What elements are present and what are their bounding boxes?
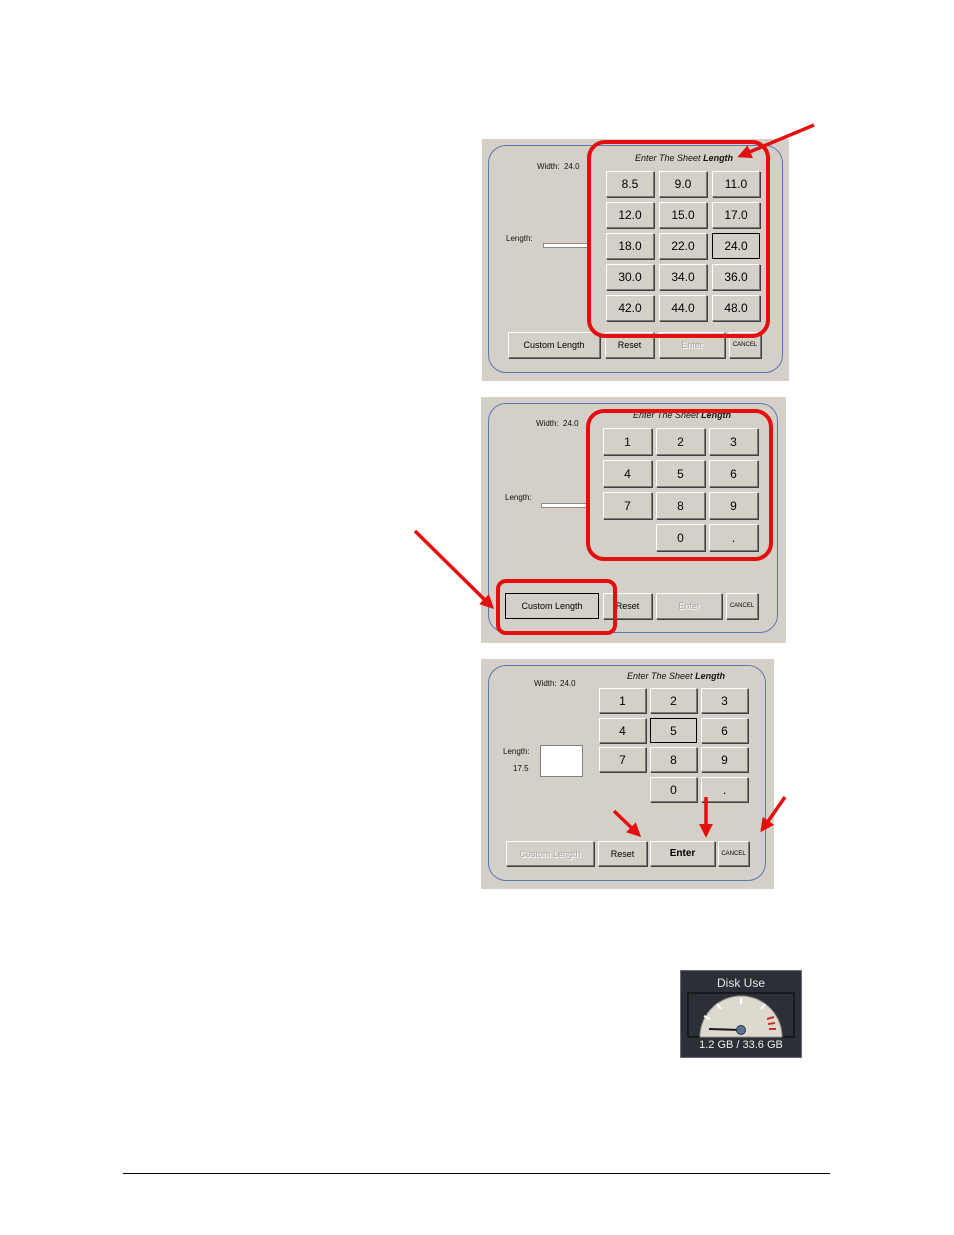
width-value: 24.0 bbox=[564, 162, 580, 171]
length-slider-track bbox=[541, 503, 589, 508]
disk-use-gauge: Disk Use 1.2 GB / 33.6 GB bbox=[680, 970, 802, 1058]
sheet-length-dialog-presets: Width: 24.0 Length: Enter The Sheet Leng… bbox=[482, 139, 789, 381]
custom-length-highlight bbox=[496, 579, 617, 635]
custom-length-button-disabled[interactable]: Custom Length bbox=[506, 841, 594, 866]
preset-keypad-highlight bbox=[587, 140, 770, 338]
keypad-key-8[interactable]: 8 bbox=[650, 747, 697, 772]
keypad-key-6[interactable]: 6 bbox=[701, 718, 748, 743]
dialog-title: Enter The Sheet Length bbox=[627, 671, 726, 681]
reset-button[interactable]: Reset bbox=[598, 841, 647, 866]
callout-arrows bbox=[413, 123, 815, 838]
width-label: Width: bbox=[536, 419, 559, 428]
keypad-key-1[interactable]: 1 bbox=[599, 688, 646, 713]
cancel-button[interactable]: CANCEL bbox=[726, 593, 758, 619]
keypad-highlight bbox=[586, 409, 773, 561]
length-input[interactable] bbox=[540, 745, 583, 777]
keypad-key-4[interactable]: 4 bbox=[599, 718, 646, 743]
length-label: Length: bbox=[503, 747, 530, 756]
keypad-key-0[interactable]: 0 bbox=[650, 777, 697, 802]
width-value: 24.0 bbox=[560, 679, 576, 688]
width-label: Width: bbox=[534, 679, 557, 688]
keypad-key-7[interactable]: 7 bbox=[599, 747, 646, 772]
keypad-key-5-selected[interactable]: 5 bbox=[650, 718, 697, 743]
length-slider-track bbox=[543, 243, 591, 248]
disk-use-value: 1.2 GB / 33.6 GB bbox=[699, 1039, 783, 1051]
length-value: 17.5 bbox=[513, 764, 529, 773]
cancel-button[interactable]: CANCEL bbox=[718, 841, 749, 866]
width-label: Width: bbox=[537, 162, 560, 171]
enter-button-disabled[interactable]: Enter bbox=[656, 593, 722, 619]
custom-length-button[interactable]: Custom Length bbox=[508, 332, 600, 358]
sheet-length-dialog-entry: Width: 24.0 Length: 17.5 Enter The Sheet… bbox=[481, 659, 774, 889]
width-value: 24.0 bbox=[563, 419, 579, 428]
length-label: Length: bbox=[506, 234, 533, 243]
keypad-key-3[interactable]: 3 bbox=[701, 688, 748, 713]
length-label: Length: bbox=[505, 493, 532, 502]
keypad-key-9[interactable]: 9 bbox=[701, 747, 748, 772]
sheet-length-dialog-keypad: Width: 24.0 Length: Enter The Sheet Leng… bbox=[481, 397, 786, 643]
footer-rule bbox=[123, 1173, 830, 1174]
enter-button[interactable]: Enter bbox=[650, 841, 715, 866]
keypad-key-2[interactable]: 2 bbox=[650, 688, 697, 713]
keypad-key-decimal[interactable]: . bbox=[701, 777, 748, 802]
